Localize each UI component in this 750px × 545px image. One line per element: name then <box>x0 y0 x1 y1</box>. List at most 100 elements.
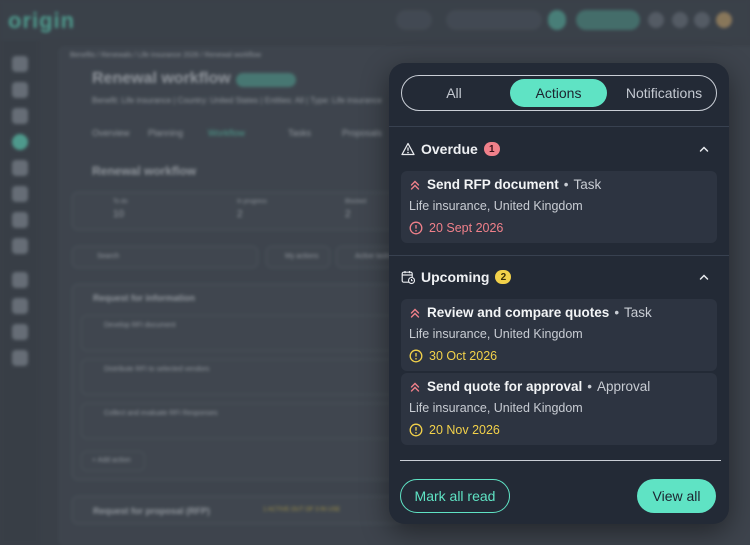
tab-actions[interactable]: Actions <box>510 79 607 107</box>
group-chip: 1 ACTIVE OUT OF 3 IN USE <box>263 507 341 513</box>
tab-planning[interactable]: Planning <box>148 128 183 138</box>
context-confirm-button[interactable] <box>548 10 566 30</box>
overdue-section-header: Overdue 1 <box>401 138 717 160</box>
page-title: Renewal workflow <box>92 70 231 87</box>
list-item[interactable]: Develop RFI document <box>81 315 395 351</box>
card-kind: Approval <box>597 379 651 394</box>
item-title: Distribute RFI to selected vendors <box>104 366 210 373</box>
chevron-up-icon[interactable] <box>697 142 717 159</box>
chevron-up-icon[interactable] <box>697 270 717 287</box>
tab-notifications[interactable]: Notifications <box>614 79 714 107</box>
stat-label: To do <box>113 199 128 205</box>
link-icon[interactable] <box>12 272 28 288</box>
actions-panel: All Actions Notifications Overdue 1 Send… <box>389 63 729 524</box>
card-title: Send RFP document <box>427 177 559 192</box>
avatar[interactable] <box>716 12 732 28</box>
separator-dot: • <box>587 379 592 394</box>
card-title-row: Send quote for approval • Approval <box>409 379 650 394</box>
section-title: Renewal workflow <box>92 164 197 178</box>
stats-bar: To do 10 In progress 2 Blocked 2 <box>72 192 402 230</box>
mark-all-read-button[interactable]: Mark all read <box>400 479 510 513</box>
card-kind: Task <box>573 177 602 192</box>
priority-high-icon <box>410 382 420 392</box>
separator-dot: • <box>563 177 569 192</box>
stat-label: In progress <box>237 199 268 205</box>
due-date: 20 Sept 2026 <box>429 221 504 235</box>
inbox-icon[interactable] <box>672 12 688 28</box>
bell-icon[interactable] <box>648 12 664 28</box>
rss-icon[interactable] <box>12 350 28 366</box>
search-input[interactable]: Search <box>72 246 258 268</box>
file-icon[interactable] <box>12 298 28 314</box>
tab-workflow[interactable]: Workflow <box>208 128 245 138</box>
breadcrumb: Benefits / Renewals / Life insurance 202… <box>70 52 262 59</box>
card-subtitle: Life insurance, United Kingdom <box>409 401 583 415</box>
section-title: Upcoming <box>421 269 490 285</box>
group-rfp: Request for proposal (RFP) 1 ACTIVE OUT … <box>72 496 402 524</box>
filter-label: Active tasks <box>355 253 393 260</box>
tab-all[interactable]: All <box>405 79 503 107</box>
stat-value: 10 <box>113 209 125 220</box>
sidebar <box>0 40 40 545</box>
due-date: 20 Nov 2026 <box>429 423 500 437</box>
people-icon[interactable] <box>12 212 28 228</box>
upcoming-section-header: Upcoming 2 <box>401 266 717 288</box>
card-subtitle: Life insurance, United Kingdom <box>409 327 583 341</box>
card-icon[interactable] <box>12 324 28 340</box>
globe-icon[interactable] <box>12 186 28 202</box>
list-item[interactable]: Distribute RFI to selected vendors <box>81 359 395 395</box>
settings-icon[interactable] <box>12 238 28 254</box>
meta-line: Benefit: Life insurance | Country: Unite… <box>92 96 382 105</box>
building-icon[interactable] <box>12 82 28 98</box>
language-selector[interactable] <box>396 10 432 30</box>
status-chip <box>236 73 296 87</box>
overdue-count-badge: 1 <box>483 142 500 156</box>
home-icon[interactable] <box>12 56 28 72</box>
add-action-button[interactable]: + Add action <box>81 451 145 471</box>
stat-value: 2 <box>237 209 243 220</box>
group-title: Request for information <box>93 293 196 303</box>
divider <box>389 126 729 127</box>
priority-high-icon <box>410 180 420 190</box>
card-title: Send quote for approval <box>427 379 583 394</box>
item-title: Collect and evaluate RFI Responses <box>104 410 218 417</box>
ask-button[interactable] <box>576 10 640 30</box>
group-request-for-information: Request for information Develop RFI docu… <box>72 284 402 480</box>
panel-tabs: All Actions Notifications <box>401 75 717 111</box>
tab-overview[interactable]: Overview <box>92 128 130 138</box>
alert-circle-icon <box>409 423 423 437</box>
table-icon[interactable] <box>12 108 28 124</box>
alert-circle-icon <box>409 349 423 363</box>
workflow-icon[interactable] <box>12 134 28 150</box>
stat-label: Blocked <box>345 199 367 205</box>
action-card[interactable]: Review and compare quotes • Task Life in… <box>401 299 717 371</box>
card-subtitle: Life insurance, United Kingdom <box>409 199 583 213</box>
stat-value: 2 <box>345 209 351 220</box>
gear-icon[interactable] <box>694 12 710 28</box>
due-date: 30 Oct 2026 <box>429 349 498 363</box>
priority-high-icon <box>410 308 420 318</box>
tab-proposals[interactable]: Proposals <box>342 128 382 138</box>
filter-label: My actions <box>285 253 319 260</box>
document-icon[interactable] <box>12 160 28 176</box>
card-date: 20 Nov 2026 <box>409 423 500 437</box>
footer-divider <box>400 460 721 461</box>
tab-tasks[interactable]: Tasks <box>288 128 311 138</box>
add-action-label: + Add action <box>92 457 131 464</box>
warning-triangle-icon <box>401 142 415 156</box>
action-card[interactable]: Send quote for approval • Approval Life … <box>401 373 717 445</box>
card-title-row: Review and compare quotes • Task <box>409 305 652 320</box>
search-placeholder: Search <box>97 253 120 260</box>
my-actions-filter[interactable]: My actions <box>266 246 330 268</box>
divider <box>389 255 729 256</box>
card-title-row: Send RFP document • Task <box>409 177 601 192</box>
action-card[interactable]: Send RFP document • Task Life insurance,… <box>401 171 717 243</box>
card-date: 30 Oct 2026 <box>409 349 497 363</box>
card-kind: Task <box>624 305 652 320</box>
top-bar: origin <box>0 0 750 40</box>
upcoming-count-badge: 2 <box>495 270 512 284</box>
view-all-button[interactable]: View all <box>637 479 716 513</box>
context-selector[interactable] <box>446 10 542 30</box>
list-item[interactable]: Collect and evaluate RFI Responses <box>81 403 395 439</box>
group-title: Request for proposal (RFP) <box>93 506 211 516</box>
